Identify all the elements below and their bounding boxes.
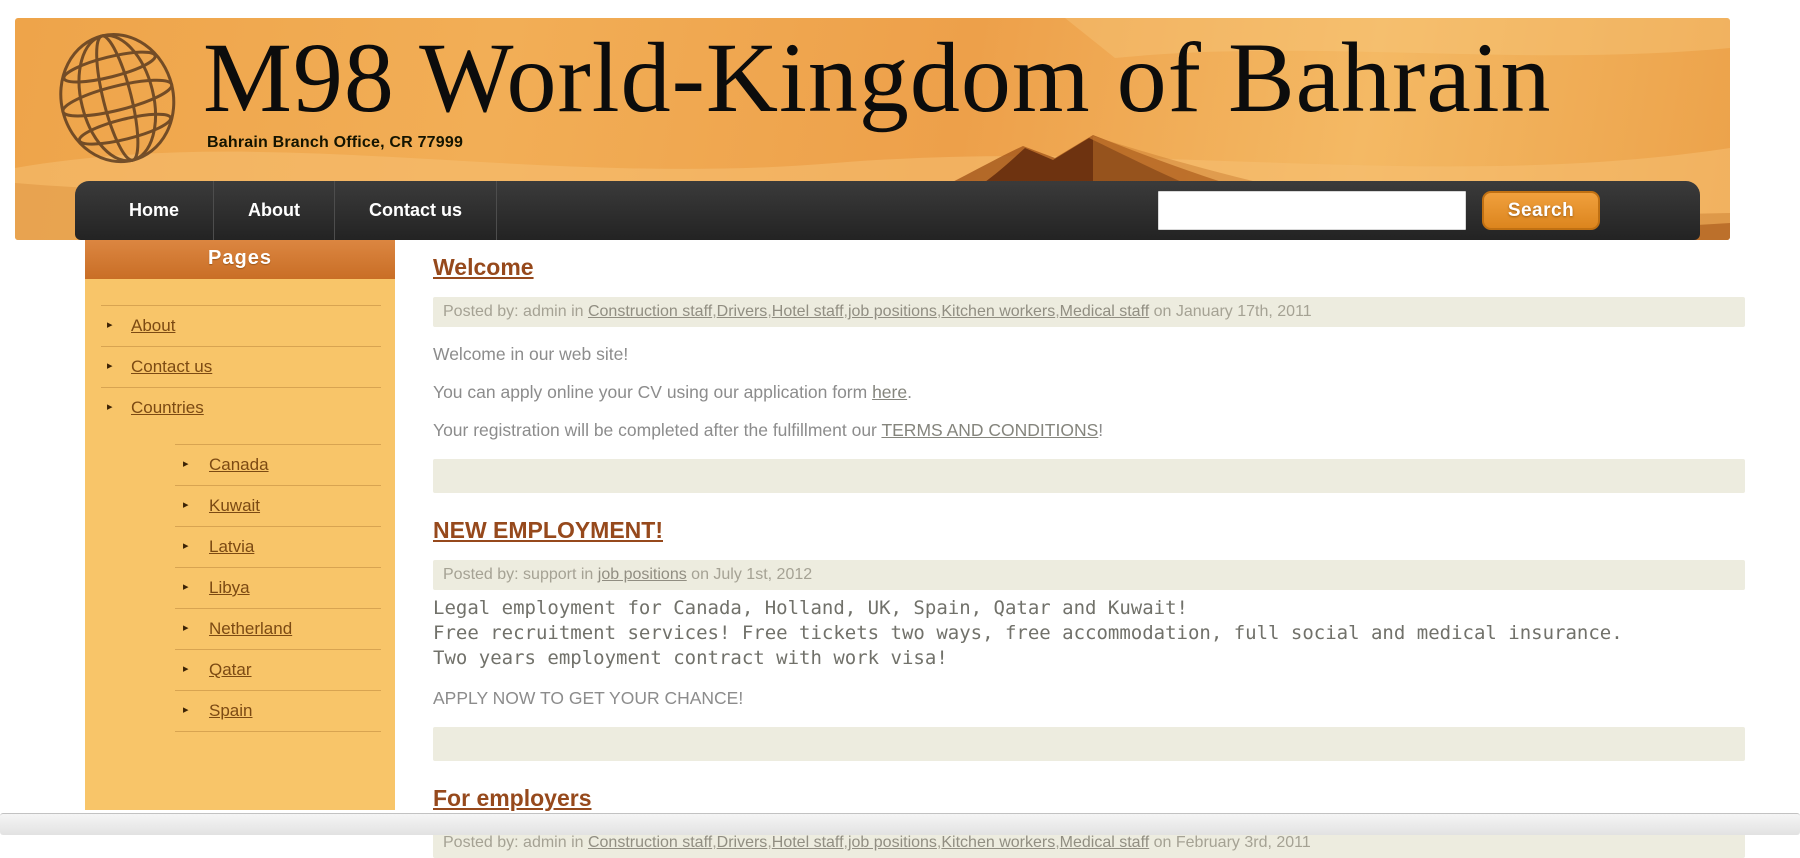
sidebar-item-qatar[interactable]: ▸ Qatar bbox=[85, 650, 395, 690]
sidebar-item-spain[interactable]: ▸ Spain bbox=[85, 691, 395, 731]
category-link-hotel-staff[interactable]: Hotel staff bbox=[772, 834, 844, 851]
arrow-bullet-icon: ▸ bbox=[183, 498, 189, 511]
main-navbar: HomeAboutContact us Search bbox=[75, 181, 1700, 240]
post-footer-bar bbox=[433, 727, 1745, 761]
arrow-bullet-icon: ▸ bbox=[183, 662, 189, 675]
sidebar-divider bbox=[175, 731, 381, 732]
sidebar-link-canada[interactable]: Canada bbox=[209, 455, 269, 474]
arrow-bullet-icon: ▸ bbox=[183, 580, 189, 593]
category-link-construction-staff[interactable]: Construction staff bbox=[588, 303, 712, 320]
sidebar-link-latvia[interactable]: Latvia bbox=[209, 537, 254, 556]
sidebar: Pages ▸ About ▸ Contact us ▸ Countries ▸ Canada… bbox=[85, 237, 395, 810]
arrow-bullet-icon: ▸ bbox=[107, 400, 113, 413]
category-link-drivers[interactable]: Drivers bbox=[717, 834, 768, 851]
post-footer-bar bbox=[433, 459, 1745, 493]
site-subtitle: Bahrain Branch Office, CR 77999 bbox=[207, 134, 463, 152]
sidebar-item-latvia[interactable]: ▸ Latvia bbox=[85, 527, 395, 567]
sidebar-link-spain[interactable]: Spain bbox=[209, 701, 252, 720]
category-link-drivers[interactable]: Drivers bbox=[717, 303, 768, 320]
sidebar-link-libya[interactable]: Libya bbox=[209, 578, 250, 597]
sidebar-item-about[interactable]: ▸ About bbox=[85, 306, 395, 346]
post-mono-text: Legal employment for Canada, Holland, UK… bbox=[433, 596, 1745, 671]
post-title-new-employment[interactable]: NEW EMPLOYMENT! bbox=[433, 517, 663, 544]
site-title: M98 World-Kingdom of Bahrain bbox=[203, 26, 1723, 130]
arrow-bullet-icon: ▸ bbox=[183, 539, 189, 552]
post-new-employment: NEW EMPLOYMENT! Posted by: support in job… bbox=[433, 493, 1745, 761]
sidebar-link-kuwait[interactable]: Kuwait bbox=[209, 496, 260, 515]
category-link-hotel-staff[interactable]: Hotel staff bbox=[772, 303, 844, 320]
posts-column: Welcome Posted by: admin in Construction … bbox=[433, 246, 1745, 858]
sidebar-title: Pages bbox=[85, 237, 395, 279]
nav-item-about[interactable]: About bbox=[214, 181, 335, 240]
sidebar-link-countries[interactable]: Countries bbox=[131, 398, 204, 417]
post-title-welcome[interactable]: Welcome bbox=[433, 254, 534, 281]
arrow-bullet-icon: ▸ bbox=[107, 318, 113, 331]
sidebar-item-netherland[interactable]: ▸ Netherland bbox=[85, 609, 395, 649]
sidebar-link-netherland[interactable]: Netherland bbox=[209, 619, 292, 638]
post-title-for-employers[interactable]: For employers bbox=[433, 785, 592, 812]
sidebar-link-contact-us[interactable]: Contact us bbox=[131, 357, 212, 376]
post-paragraph: Welcome in our web site! bbox=[433, 343, 1745, 365]
category-link-job-positions[interactable]: job positions bbox=[848, 834, 937, 851]
post-for-employers: For employersPosted by: admin in Constru… bbox=[433, 761, 1745, 858]
sidebar-item-canada[interactable]: ▸ Canada bbox=[85, 445, 395, 485]
category-link-job-positions[interactable]: job positions bbox=[598, 566, 687, 583]
globe-logo-icon bbox=[57, 26, 179, 176]
sidebar-link-qatar[interactable]: Qatar bbox=[209, 660, 252, 679]
category-link-construction-staff[interactable]: Construction staff bbox=[588, 834, 712, 851]
nav-item-home[interactable]: Home bbox=[95, 181, 214, 240]
search-button[interactable]: Search bbox=[1482, 191, 1600, 230]
arrow-bullet-icon: ▸ bbox=[107, 359, 113, 372]
nav-item-contact-us[interactable]: Contact us bbox=[335, 181, 497, 240]
arrow-bullet-icon: ▸ bbox=[183, 703, 189, 716]
sidebar-link-about[interactable]: About bbox=[131, 316, 175, 335]
post-meta-welcome: Posted by: admin in Construction staff,D… bbox=[433, 297, 1745, 327]
arrow-bullet-icon: ▸ bbox=[183, 621, 189, 634]
inline-link-terms-and-conditions[interactable]: TERMS AND CONDITIONS bbox=[881, 420, 1098, 440]
sidebar-item-libya[interactable]: ▸ Libya bbox=[85, 568, 395, 608]
sidebar-item-contact-us[interactable]: ▸ Contact us bbox=[85, 347, 395, 387]
arrow-bullet-icon: ▸ bbox=[183, 457, 189, 470]
category-link-kitchen-workers[interactable]: Kitchen workers bbox=[941, 303, 1055, 320]
category-link-medical-staff[interactable]: Medical staff bbox=[1060, 303, 1150, 320]
sidebar-item-kuwait[interactable]: ▸ Kuwait bbox=[85, 486, 395, 526]
horizontal-scrollbar[interactable] bbox=[0, 813, 1800, 835]
post-paragraph: Your registration will be completed afte… bbox=[433, 419, 1745, 441]
sidebar-item-countries[interactable]: ▸ Countries bbox=[85, 388, 395, 428]
post-paragraph: APPLY NOW TO GET YOUR CHANCE! bbox=[433, 687, 1745, 709]
search-input[interactable] bbox=[1158, 191, 1466, 230]
post-meta-new-employment: Posted by: support in job positions on J… bbox=[433, 560, 1745, 590]
category-link-medical-staff[interactable]: Medical staff bbox=[1060, 834, 1150, 851]
category-link-job-positions[interactable]: job positions bbox=[848, 303, 937, 320]
category-link-kitchen-workers[interactable]: Kitchen workers bbox=[941, 834, 1055, 851]
post-welcome: Welcome Posted by: admin in Construction … bbox=[433, 246, 1745, 493]
sidebar-list: ▸ About ▸ Contact us ▸ Countries ▸ Canada ▸ Kuwai… bbox=[85, 279, 395, 810]
inline-link-here[interactable]: here bbox=[872, 382, 907, 402]
post-paragraph: You can apply online your CV using our a… bbox=[433, 381, 1745, 403]
